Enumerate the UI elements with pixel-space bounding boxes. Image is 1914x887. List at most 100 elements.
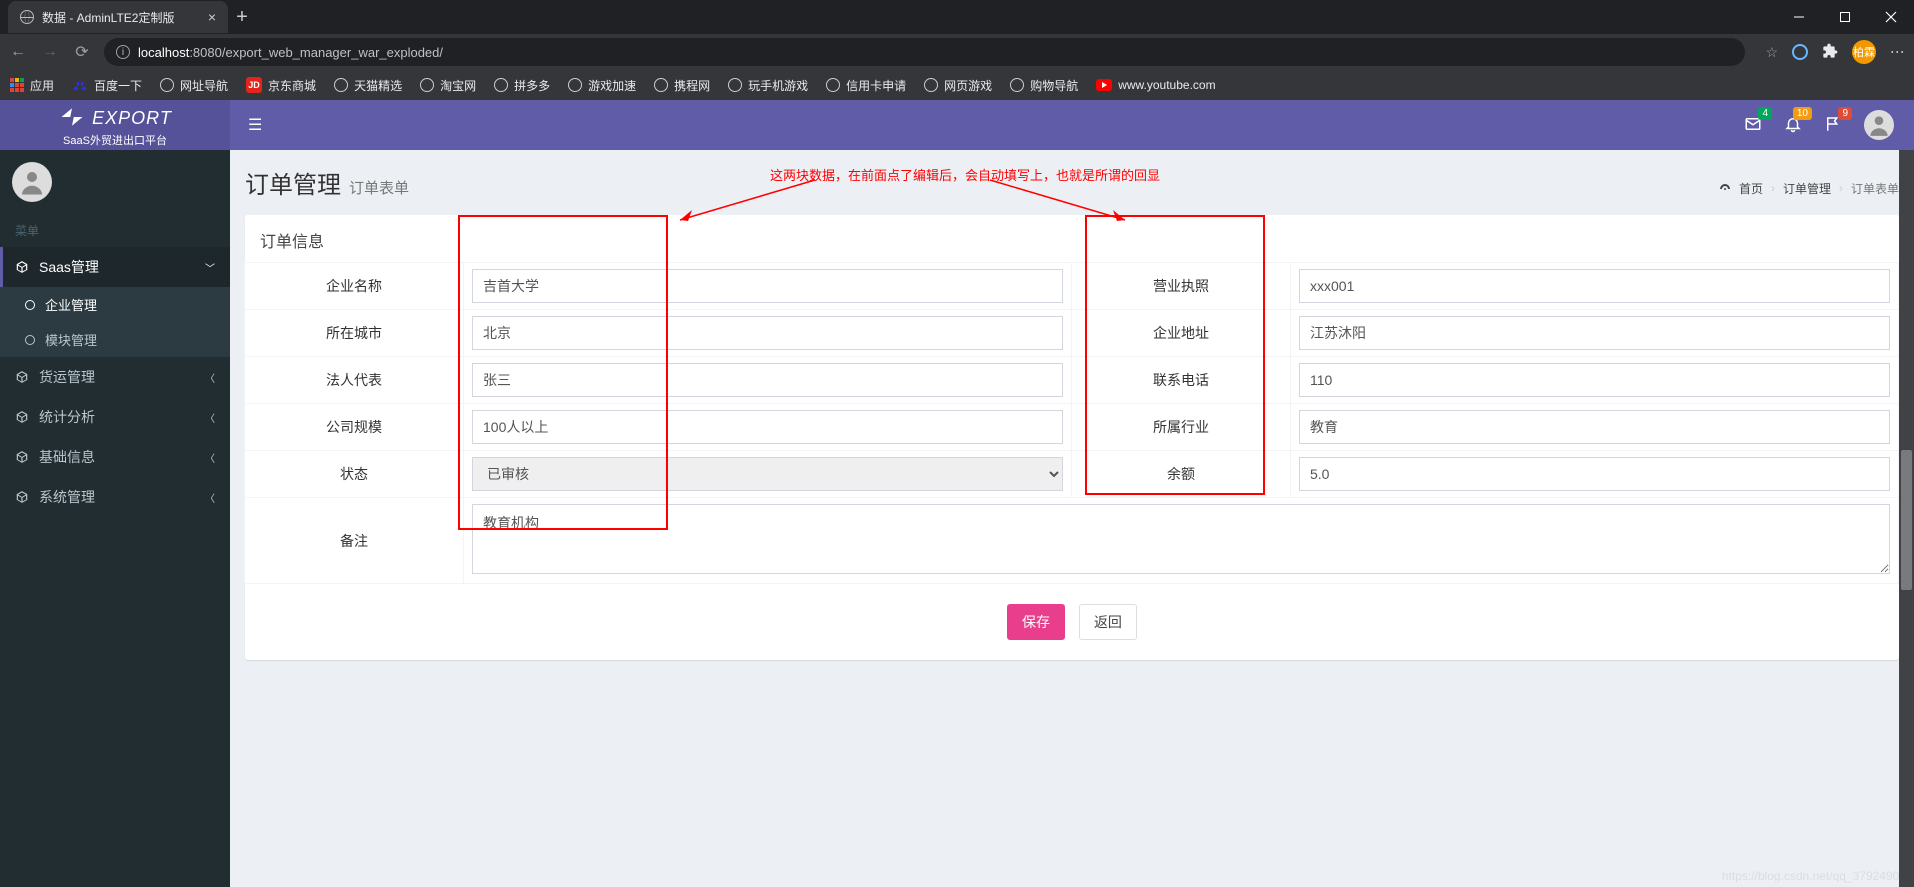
url-port: :8080 [189,45,222,60]
sidebar-item-system[interactable]: 系统管理〈 [0,477,230,517]
world-icon [20,10,34,24]
address-bar: ← → ⟳ i localhost:8080/export_web_manage… [0,34,1914,70]
cube-icon [15,450,29,464]
maximize-button[interactable] [1822,0,1868,34]
user-avatar[interactable] [1864,110,1894,140]
sidebar-item-stats[interactable]: 统计分析〈 [0,397,230,437]
minimize-button[interactable] [1776,0,1822,34]
back-button[interactable]: 返回 [1079,604,1137,640]
extension-icon[interactable] [1792,44,1808,60]
kebab-menu-icon[interactable]: ⋮ [1890,45,1906,59]
bookmark-item[interactable]: 淘宝网 [420,77,476,94]
new-tab-button[interactable]: + [228,6,256,29]
url-field[interactable]: i localhost:8080/export_web_manager_war_… [104,38,1745,66]
circle-icon [25,300,35,310]
bookmark-item[interactable]: JD京东商城 [246,77,316,94]
globe-icon [924,78,938,92]
cube-icon [15,370,29,384]
scrollbar[interactable] [1899,150,1914,887]
dashboard-icon [1719,183,1731,193]
profile-avatar[interactable]: 柏霖 [1852,40,1876,64]
submenu-item-module[interactable]: 模块管理 [0,322,230,357]
chevron-down-icon: ﹀ [205,260,215,275]
cube-icon [15,260,29,274]
page-subtitle: 订单表单 [349,177,409,198]
input-industry[interactable] [1299,410,1890,444]
reload-icon[interactable]: ⟳ [72,42,92,62]
label-balance: 余额 [1071,450,1291,498]
input-phone[interactable] [1299,363,1890,397]
bookmark-item[interactable]: 网址导航 [160,77,228,94]
breadcrumb: 首页 › 订单管理 › 订单表单 [1719,180,1899,197]
bookmark-item[interactable]: 玩手机游戏 [728,77,808,94]
input-balance[interactable] [1299,457,1890,491]
select-state[interactable]: 已审核 [472,457,1063,491]
toggle-sidebar-button[interactable]: ☰ [230,115,280,135]
active-tab[interactable]: 数据 - AdminLTE2定制版 × [8,1,228,33]
annotation-text: 这两块数据，在前面点了编辑后，会自动填写上，也就是所谓的回显 [770,165,1160,184]
bookmark-item[interactable]: 网页游戏 [924,77,992,94]
circle-icon [25,335,35,345]
flag-icon[interactable]: 9 [1824,115,1842,136]
label-city: 所在城市 [244,309,464,357]
label-remark: 备注 [244,497,464,584]
label-license: 营业执照 [1071,262,1291,310]
toolbar-right: ☆ 柏霖 ⋮ [1765,40,1906,64]
input-scale[interactable] [472,410,1063,444]
jd-icon: JD [246,77,262,93]
extensions-icon[interactable] [1822,43,1838,62]
label-state: 状态 [244,450,464,498]
sidebar-item-shipping[interactable]: 货运管理〈 [0,357,230,397]
input-legal[interactable] [472,363,1063,397]
textarea-remark[interactable]: 教育机构 [472,504,1890,574]
input-license[interactable] [1299,269,1890,303]
sidebar-avatar[interactable] [0,150,230,214]
label-phone: 联系电话 [1071,356,1291,404]
bookmark-item[interactable]: 购物导航 [1010,77,1078,94]
mail-icon[interactable]: 4 [1744,115,1762,136]
apps-shortcut[interactable]: 应用 [10,77,54,94]
chevron-left-icon: 〈 [205,450,215,465]
globe-icon [568,78,582,92]
bell-icon[interactable]: 10 [1784,115,1802,136]
logo[interactable]: EXPORT SaaS外贸进出口平台 [0,100,230,150]
crumb-mid[interactable]: 订单管理 [1783,180,1831,197]
site-info-icon[interactable]: i [116,45,130,59]
bookmark-item[interactable]: 信用卡申请 [826,77,906,94]
input-address[interactable] [1299,316,1890,350]
globe-icon [654,78,668,92]
back-icon[interactable]: ← [8,43,28,61]
submenu-item-company[interactable]: 企业管理 [0,287,230,322]
bookmark-item[interactable]: www.youtube.com [1096,78,1215,92]
close-window-button[interactable] [1868,0,1914,34]
bookmark-item[interactable]: 天猫精选 [334,77,402,94]
sidebar-item-base[interactable]: 基础信息〈 [0,437,230,477]
sidebar-label: Saas管理 [39,257,99,277]
crumb-last: 订单表单 [1851,180,1899,197]
bookmark-item[interactable]: 携程网 [654,77,710,94]
bookmark-item[interactable]: 拼多多 [494,77,550,94]
logo-icon [58,103,86,134]
bell-badge: 10 [1793,107,1812,120]
bookmark-item[interactable]: 百度一下 [72,77,142,94]
globe-icon [728,78,742,92]
save-button[interactable]: 保存 [1007,604,1065,640]
close-tab-icon[interactable]: × [208,9,216,25]
watermark: https://blog.csdn.net/qq_37924905 [1722,869,1906,883]
globe-icon [160,78,174,92]
input-city[interactable] [472,316,1063,350]
label-scale: 公司规模 [244,403,464,451]
globe-icon [494,78,508,92]
bookmark-item[interactable]: 游戏加速 [568,77,636,94]
input-company[interactable] [472,269,1063,303]
logo-subtitle: SaaS外贸进出口平台 [63,132,167,148]
scrollbar-thumb[interactable] [1901,450,1912,590]
bookmark-star-icon[interactable]: ☆ [1765,44,1778,61]
label-address: 企业地址 [1071,309,1291,357]
url-host: localhost [138,45,189,60]
crumb-home[interactable]: 首页 [1739,180,1763,197]
forward-icon[interactable]: → [40,43,60,61]
sidebar-item-saas[interactable]: Saas管理 ﹀ [0,247,230,287]
button-row: 保存 返回 [245,584,1899,660]
tab-bar: 数据 - AdminLTE2定制版 × + [0,0,1914,34]
